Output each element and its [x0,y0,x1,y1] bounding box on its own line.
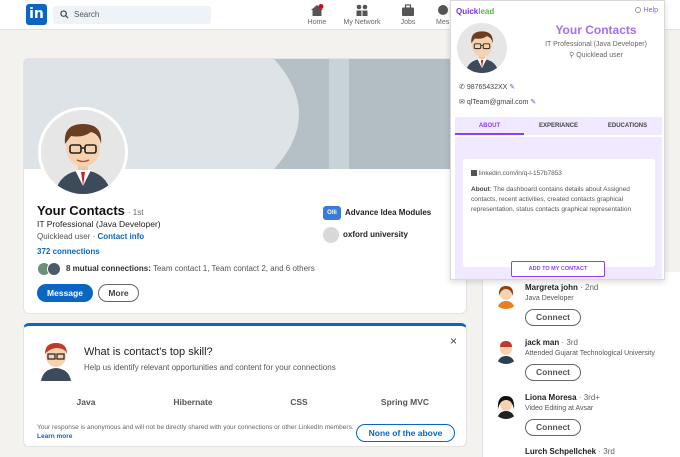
help-link[interactable]: Help [634,7,658,14]
tab-about[interactable]: ABOUT [455,117,524,135]
tab-experiance[interactable]: EXPERIANCE [524,117,593,135]
quicklead-headline: IT Professional (Java Developer) [545,41,647,48]
linkedin-url[interactable]: linkedin.com/in/q-l-157b7853 [471,170,562,177]
message-button[interactable]: Message [37,284,93,302]
profile-card: Your Contacts · 1st IT Professional (Java… [23,58,467,314]
email-icon: ✉ [459,99,465,106]
add-to-my-contact-button[interactable]: ADD TO MY CONTACT [511,261,605,277]
company-logo: Olli [323,206,341,220]
connections-link[interactable]: 372 connections [37,247,100,256]
skill-option-css[interactable]: CSS [254,397,344,407]
close-icon[interactable]: × [450,334,457,348]
nav-jobs-label: Jobs [400,19,416,26]
help-icon [634,7,641,13]
avatar[interactable] [493,283,519,309]
person-headline: Attended Gujarat Technological Universit… [525,350,655,357]
nav-home[interactable]: Home [292,4,342,26]
person-headline: Video Editing at Avsar [525,405,594,412]
location-pin-icon: ⚲ [569,52,575,59]
search-icon [60,10,69,19]
avatar[interactable] [493,338,519,364]
nav-my-network[interactable]: My Network [337,4,387,26]
contact-info-link[interactable]: Contact info [97,232,144,241]
person-name[interactable]: Lurch Schpellchek · 3rd [525,447,615,456]
profile-headline: IT Professional (Java Developer) [37,219,161,229]
avatar-illustration [457,23,507,73]
messaging-icon [438,5,448,15]
connection-degree: · 1st [127,208,144,217]
top-skill-card: What is contact's top skill? Help us ide… [23,323,467,447]
quicklead-tabs: ABOUT EXPERIANCE EDUCATIONS [455,117,662,135]
quicklead-phone: ✆ 98765432XX ✎ [459,84,516,91]
home-icon [311,4,324,16]
quicklead-tab-panel: linkedin.com/in/q-l-157b7853 About: The … [455,137,662,279]
skill-option-java[interactable]: Java [41,397,131,407]
person-avatar-icon [493,283,519,309]
learn-more-link[interactable]: Learn more [37,433,72,440]
avatar[interactable] [493,393,519,419]
edit-email-icon[interactable]: ✎ [530,99,536,106]
linkedin-logo[interactable]: in [26,4,47,25]
person-headline: Java Developer [525,295,574,302]
about-panel: linkedin.com/in/q-l-157b7853 About: The … [463,159,655,267]
phone-icon: ✆ [459,84,465,91]
org-education[interactable]: oxford university [323,227,408,243]
quicklead-popup: Quicklead Help Your Contacts IT Professi… [450,0,665,280]
nav-my-network-label: My Network [343,19,381,26]
more-button[interactable]: More [98,284,139,302]
linkedin-icon [471,170,477,176]
nav-home-label: Home [307,19,327,26]
connect-button[interactable]: Connect [525,419,581,436]
people-also-viewed: Margreta john · 2nd Java Developer Conne… [482,272,680,457]
mutual-connections[interactable]: 8 mutual connections: Team contact 1, Te… [37,262,315,276]
skill-subtitle: Help us identify relevant opportunities … [84,363,336,372]
none-of-the-above-button[interactable]: None of the above [356,424,455,442]
school-logo [323,227,339,243]
quicklead-email: ✉ qlTeam@gmail.com ✎ [459,99,537,106]
skill-question: What is contact's top skill? [84,346,213,358]
person-name[interactable]: Margreta john · 2nd [525,283,598,292]
person-name[interactable]: Liona Moresa · 3rd+ [525,393,600,402]
edit-phone-icon[interactable]: ✎ [509,84,515,91]
connect-button[interactable]: Connect [525,364,581,381]
connect-button[interactable]: Connect [525,309,581,326]
org-company[interactable]: Olli Advance Idea Modules [323,206,431,220]
profile-name: Your Contacts · 1st [37,203,144,218]
profile-location: Quicklead user · Contact info [37,232,145,241]
skill-avatar-icon [41,343,71,381]
search-input[interactable]: Search [74,10,99,19]
avatar-illustration [41,110,125,194]
about-text: About: The dashboard contains details ab… [471,186,632,213]
briefcase-icon [402,4,414,16]
quicklead-contact-name: Your Contacts [555,23,637,37]
mutual-avatars [37,262,63,276]
tab-educations[interactable]: EDUCATIONS [593,117,662,135]
quicklead-avatar [457,23,507,73]
quicklead-logo: Quicklead [456,7,495,16]
person-avatar-icon [493,393,519,419]
network-icon [356,4,368,16]
skill-option-spring-mvc[interactable]: Spring MVC [360,397,450,407]
profile-avatar[interactable] [38,107,128,197]
anonymous-note: Your response is anonymous and will not … [37,424,354,440]
search-bar[interactable]: Search [53,6,211,24]
person-avatar-icon [493,338,519,364]
quicklead-location: ⚲ Quicklead user [569,52,623,59]
person-name[interactable]: jack man · 3rd [525,338,578,347]
skill-option-hibernate[interactable]: Hibernate [148,397,238,407]
nav-messaging-label: Mes [436,19,450,26]
